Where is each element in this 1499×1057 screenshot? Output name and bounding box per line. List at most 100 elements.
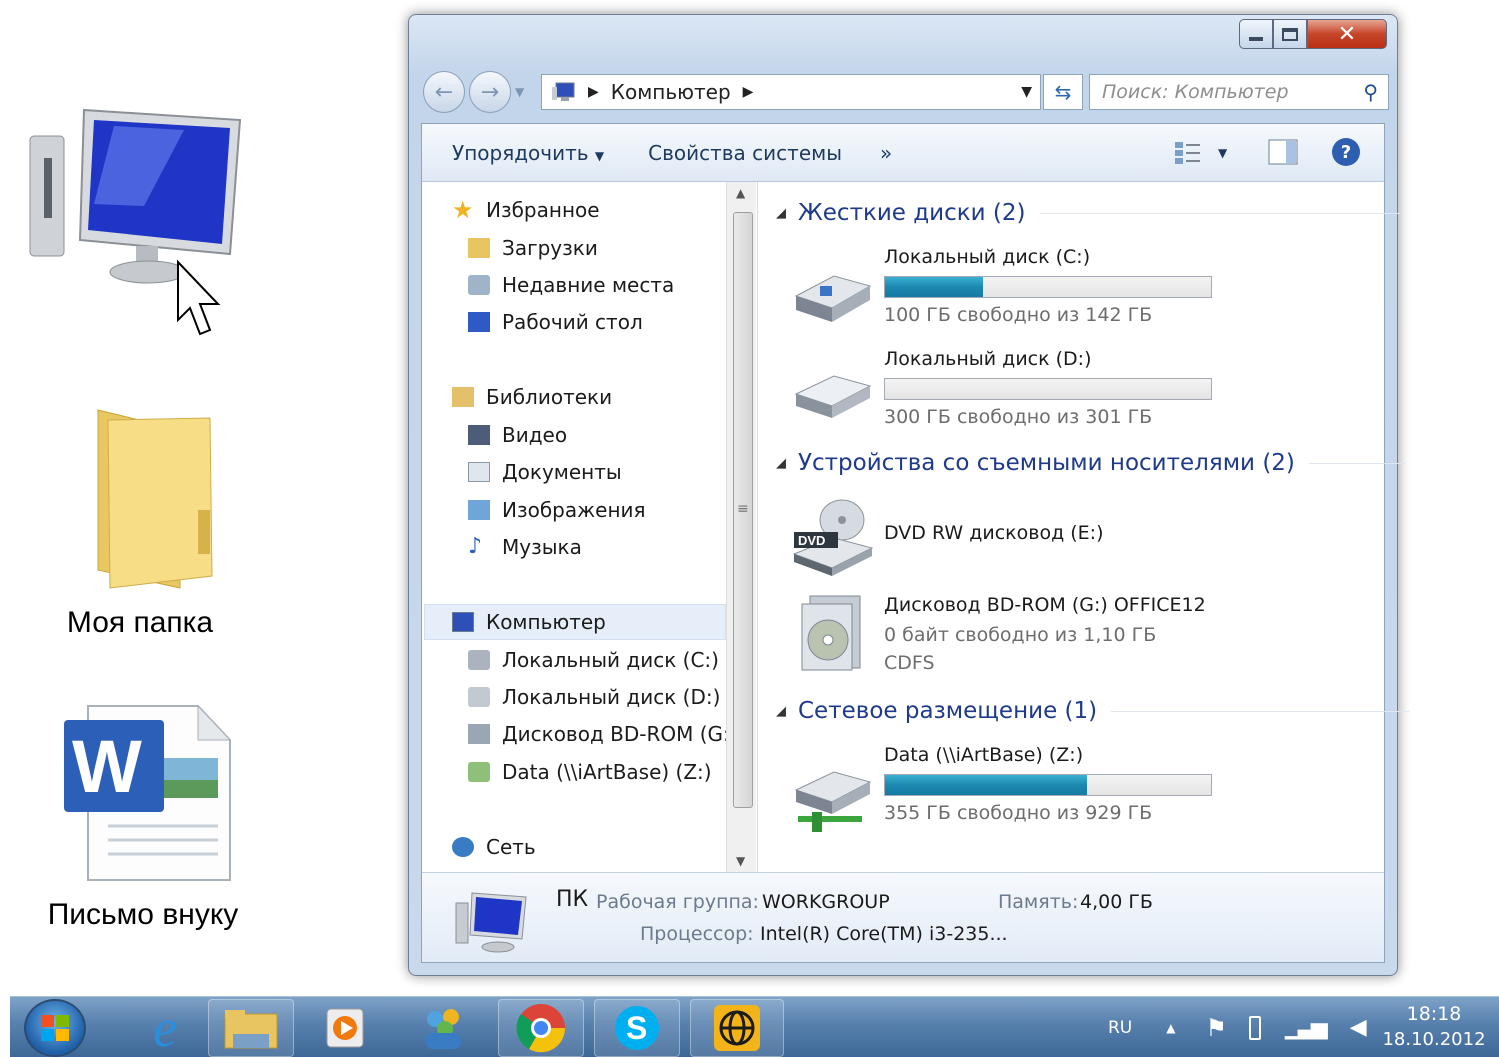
view-options-button[interactable]: ▼ bbox=[1174, 140, 1227, 166]
minimize-button[interactable] bbox=[1239, 19, 1273, 49]
group-divider bbox=[1111, 710, 1410, 712]
contacts-icon bbox=[425, 1009, 461, 1049]
computer-name: ПК bbox=[556, 887, 589, 912]
nav-item-recent[interactable]: Недавние места bbox=[468, 273, 674, 297]
nav-item-desktop[interactable]: Рабочий стол bbox=[468, 310, 643, 334]
volume-icon[interactable]: ◀ bbox=[1350, 1015, 1367, 1040]
office-disc-icon bbox=[801, 595, 861, 671]
close-button[interactable]: ✕ bbox=[1307, 19, 1387, 49]
breadcrumb-arrow-icon[interactable]: ▶ bbox=[743, 84, 754, 100]
windows-logo-icon bbox=[41, 1015, 69, 1041]
help-button[interactable]: ? bbox=[1332, 138, 1360, 166]
desktop-icon-label: Письмо внуку bbox=[47, 898, 239, 931]
breadcrumb-computer[interactable]: Компьютер bbox=[611, 80, 731, 104]
workgroup-value: WORKGROUP bbox=[762, 891, 890, 913]
help-icon: ? bbox=[1340, 141, 1352, 163]
organize-button[interactable]: Упорядочить ▼ bbox=[452, 141, 604, 165]
action-center-flag-icon[interactable]: ⚑ bbox=[1206, 1014, 1228, 1042]
search-icon[interactable]: ⚲ bbox=[1363, 80, 1378, 104]
scroll-up-icon[interactable]: ▲ bbox=[736, 186, 745, 200]
drive-usage-bar bbox=[884, 774, 1212, 796]
hard-drive-icon bbox=[794, 375, 872, 418]
nav-item-music[interactable]: ♪ Музыка bbox=[468, 535, 582, 559]
libraries-icon bbox=[452, 387, 474, 407]
maximize-button[interactable] bbox=[1273, 19, 1307, 49]
preview-pane-button[interactable] bbox=[1268, 138, 1298, 171]
nav-item-bd-rom[interactable]: Дисковод BD-ROM (G:) bbox=[468, 722, 738, 746]
nav-item-video[interactable]: Видео bbox=[468, 423, 567, 447]
drive-free-space: 0 байт свободно из 1,10 ГБ bbox=[884, 624, 1157, 646]
taskbar-ie[interactable]: e bbox=[122, 998, 208, 1057]
dvd-drive-icon: DVD bbox=[792, 499, 874, 576]
collapse-icon: ◢ bbox=[776, 205, 786, 221]
workgroup-label: Рабочая группа: bbox=[596, 891, 759, 913]
memory-label: Память: bbox=[998, 891, 1079, 913]
group-removable[interactable]: ◢ Устройства со съемными носителями (2) bbox=[776, 450, 1405, 476]
chrome-icon bbox=[516, 1004, 566, 1053]
battery-icon[interactable] bbox=[1249, 1015, 1262, 1040]
desktop-icon bbox=[468, 312, 490, 332]
taskbar-chrome[interactable] bbox=[498, 999, 584, 1057]
desktop-icon-computer[interactable] bbox=[24, 96, 260, 346]
back-button[interactable]: ← bbox=[423, 71, 465, 113]
computer-icon bbox=[29, 108, 242, 336]
drive-name: Локальный диск (C:) bbox=[884, 246, 1091, 268]
nav-item-documents[interactable]: Документы bbox=[468, 460, 622, 484]
network-signal-icon[interactable]: ▁▃▅ bbox=[1285, 1015, 1328, 1040]
refresh-icon: ⇆ bbox=[1054, 80, 1072, 104]
nav-item-favorites[interactable]: ★ Избранное bbox=[452, 198, 600, 222]
svg-text:W: W bbox=[72, 725, 142, 808]
arrow-right-icon: → bbox=[480, 79, 500, 105]
desktop-icon-letter[interactable]: W Письмо внуку bbox=[48, 696, 248, 932]
nav-item-network-drive[interactable]: Data (\\iArtBase) (Z:) bbox=[468, 760, 712, 784]
group-hard-drives[interactable]: ◢ Жесткие диски (2) bbox=[776, 200, 1400, 226]
drive-filesystem: CDFS bbox=[884, 652, 935, 674]
drive-free-space: 300 ГБ свободно из 301 ГБ bbox=[884, 406, 1153, 428]
start-button[interactable] bbox=[24, 999, 86, 1057]
drive-usage-bar bbox=[884, 276, 1212, 298]
word-document-icon: W bbox=[64, 704, 232, 881]
taskbar-explorer[interactable] bbox=[208, 999, 294, 1057]
search-input[interactable]: Поиск: Компьютер ⚲ bbox=[1089, 74, 1389, 110]
forward-button[interactable]: → bbox=[469, 71, 511, 113]
navigation-pane: ★ Избранное Загрузки Недавние места Рабоч… bbox=[422, 182, 758, 872]
documents-icon bbox=[468, 462, 490, 482]
taskbar-skype[interactable]: S bbox=[594, 999, 680, 1057]
taskbar-contacts[interactable] bbox=[400, 999, 486, 1057]
nav-scrollbar[interactable]: ▲ ≡ ▼ bbox=[726, 182, 756, 872]
nav-item-disk-d[interactable]: Локальный диск (D:) bbox=[468, 685, 720, 709]
address-dropdown-icon[interactable]: ▼ bbox=[1021, 84, 1032, 100]
nav-item-network[interactable]: Сеть bbox=[452, 835, 536, 859]
history-dropdown-icon[interactable]: ▼ bbox=[515, 85, 524, 99]
nav-item-computer[interactable]: Компьютер bbox=[452, 610, 606, 634]
memory-value: 4,00 ГБ bbox=[1080, 891, 1153, 913]
star-icon: ★ bbox=[452, 196, 474, 224]
more-commands-button[interactable]: » bbox=[880, 141, 892, 165]
drive-usage-fill bbox=[885, 277, 983, 297]
explorer-window: ✕ ← → ▼ ▶ Компьютер ▶ ▼ ⇆ Поиск: Компьют… bbox=[408, 14, 1410, 976]
scrollbar-thumb[interactable]: ≡ bbox=[733, 212, 753, 808]
nav-item-disk-c[interactable]: Локальный диск (C:) bbox=[468, 648, 719, 672]
skype-icon: S bbox=[615, 1006, 659, 1050]
show-hidden-icons-icon[interactable]: ▲ bbox=[1166, 1021, 1175, 1035]
breadcrumb-arrow-icon[interactable]: ▶ bbox=[588, 84, 599, 100]
nav-item-pictures[interactable]: Изображения bbox=[468, 498, 646, 522]
language-indicator[interactable]: RU bbox=[1108, 1018, 1132, 1038]
computer-small-icon bbox=[552, 82, 575, 101]
scroll-down-icon[interactable]: ▼ bbox=[736, 854, 745, 868]
clock[interactable]: 18:18 18.10.2012 bbox=[1380, 1003, 1488, 1050]
nav-item-downloads[interactable]: Загрузки bbox=[468, 236, 598, 260]
drive-name: Data (\\iArtBase) (Z:) bbox=[884, 744, 1084, 766]
media-player-icon bbox=[326, 1008, 364, 1048]
drive-name: DVD RW дисковод (E:) bbox=[884, 522, 1104, 544]
refresh-button[interactable]: ⇆ bbox=[1043, 74, 1083, 110]
group-network-locations[interactable]: ◢ Сетевое размещение (1) bbox=[776, 698, 1410, 724]
nav-item-libraries[interactable]: Библиотеки bbox=[452, 385, 612, 409]
taskbar-globe-app[interactable] bbox=[690, 999, 784, 1057]
cpu-value: Intel(R) Core(TM) i3-235... bbox=[760, 923, 1008, 945]
system-properties-button[interactable]: Свойства системы bbox=[648, 141, 842, 165]
desktop-icon-my-folder[interactable]: Моя папка bbox=[50, 400, 270, 640]
taskbar-media[interactable] bbox=[302, 999, 388, 1057]
address-bar[interactable]: ▶ Компьютер ▶ ▼ bbox=[541, 74, 1041, 110]
hard-drive-icon bbox=[468, 650, 490, 670]
